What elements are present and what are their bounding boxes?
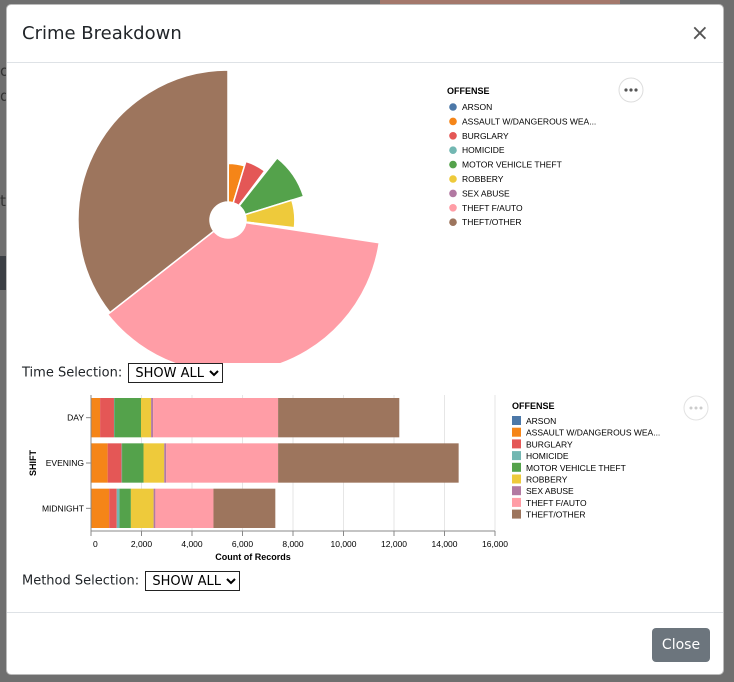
bar-segment-midnight-robbery <box>130 488 154 528</box>
y-tick-label-midnight: MIDNIGHT <box>42 503 84 513</box>
bar-segment-day-robbery <box>140 398 152 438</box>
bar-segment-day-homicide <box>113 398 115 438</box>
legend-label-homicide: HOMICIDE <box>526 451 569 461</box>
bar-segment-evening-theft-other <box>278 443 459 483</box>
legend-swatch-sex-abuse <box>512 486 521 496</box>
legend-label-assault-w-dangerous-wea: ASSAULT W/DANGEROUS WEA... <box>462 116 596 126</box>
bar-segment-day-theft-f-auto <box>153 398 279 438</box>
legend-swatch-motor-vehicle-theft <box>512 462 521 472</box>
bar-segment-day-sex-abuse <box>151 398 154 438</box>
bar-segment-midnight-motor-vehicle-theft <box>119 488 131 528</box>
modal-footer: Close <box>7 612 723 676</box>
x-tick-label: 16,000 <box>482 539 508 549</box>
chart-actions-button[interactable] <box>683 395 709 421</box>
pie-legend: OFFENSE ARSON ASSAULT W/DANGEROUS WEA... BU… <box>447 86 596 227</box>
x-tick-label: 14,000 <box>432 539 458 549</box>
legend-swatch-burglary <box>512 439 521 449</box>
bar-segment-evening-homicide <box>121 443 123 483</box>
legend-swatch-assault-w-dangerous-wea <box>512 427 521 437</box>
x-axis-title: Count of Records <box>215 552 291 562</box>
legend-label-sex-abuse: SEX ABUSE <box>526 486 574 496</box>
bar-segment-midnight-theft-f-auto <box>155 488 214 528</box>
x-tick-label: 4,000 <box>181 539 203 549</box>
legend-label-theft-f-auto: THEFT F/AUTO <box>462 203 523 213</box>
legend-swatch-arson <box>449 103 457 111</box>
bar-segment-evening-sex-abuse <box>164 443 167 483</box>
legend-swatch-motor-vehicle-theft <box>449 160 457 169</box>
offense-radial-chart: OFFENSE ARSON ASSAULT W/DANGEROUS WEA... BU… <box>77 69 644 363</box>
bar-segment-midnight-homicide <box>116 488 120 528</box>
time-selection-select[interactable]: SHOW ALL <box>128 363 224 383</box>
legend-swatch-robbery <box>512 474 521 484</box>
bar-segment-midnight-assault-w-dangerous-wea <box>91 488 110 528</box>
legend-label-arson: ARSON <box>462 102 492 112</box>
crime-breakdown-modal: Crime Breakdown × OFFENSE ARSON ASSAULT W/… <box>6 4 724 675</box>
bar-segment-day-assault-w-dangerous-wea <box>91 398 101 438</box>
time-selection-label: Time Selection: <box>22 365 123 381</box>
bar-legend: OFFENSE ARSON ASSAULT W/DANGEROUS WEA...BU… <box>512 401 660 520</box>
legend-title: OFFENSE <box>447 86 490 96</box>
bar-segment-evening-assault-w-dangerous-wea <box>91 443 108 483</box>
x-tick-label: 10,000 <box>331 539 357 549</box>
legend-swatch-theft-f-auto <box>449 204 457 212</box>
legend-label-theft-f-auto: THEFT F/AUTO <box>526 498 587 508</box>
legend-label-burglary: BURGLARY <box>462 131 509 141</box>
bar-segment-day-burglary <box>100 398 114 438</box>
x-tick-label: 2,000 <box>131 539 153 549</box>
legend-swatch-arson <box>512 416 521 425</box>
bar-segment-midnight-sex-abuse <box>153 488 156 528</box>
legend-label-assault-w-dangerous-wea: ASSAULT W/DANGEROUS WEA... <box>526 428 660 438</box>
method-selection-select[interactable]: SHOW ALL <box>145 571 241 591</box>
bar-segment-evening-burglary <box>107 443 122 483</box>
modal-header: Crime Breakdown × <box>7 5 723 63</box>
legend-label-robbery: ROBBERY <box>526 475 568 485</box>
bar-rects <box>91 398 459 528</box>
legend-swatch-assault-w-dangerous-wea <box>449 117 457 126</box>
bar-segment-evening-motor-vehicle-theft <box>122 443 144 483</box>
background-text: t <box>0 192 6 210</box>
legend-swatch-theft-other <box>512 509 521 519</box>
legend-label-robbery: ROBBERY <box>462 174 504 184</box>
y-tick-label-evening: EVENING <box>46 458 84 468</box>
legend-label-homicide: HOMICIDE <box>462 145 505 155</box>
legend-label-sex-abuse: SEX ABUSE <box>462 188 510 198</box>
method-selection-row: Method Selection: SHOW ALL <box>22 571 241 591</box>
shift-stacked-bar-chart: 0 2,000 4,000 6,000 8,000 10,000 12,000 14,000 1… <box>28 395 709 562</box>
chart-actions-button[interactable] <box>618 77 644 103</box>
legend-swatch-homicide <box>449 146 457 154</box>
y-axis-title: SHIFT <box>28 449 38 476</box>
legend-swatch-homicide <box>512 451 521 461</box>
bar-segment-evening-robbery <box>143 443 165 483</box>
close-icon[interactable]: × <box>691 21 709 46</box>
x-tick-label: 12,000 <box>381 539 407 549</box>
legend-label-theft-other: THEFT/OTHER <box>462 217 522 227</box>
legend-label-burglary: BURGLARY <box>526 439 573 449</box>
bar-segment-midnight-burglary <box>109 488 117 528</box>
legend-swatch-theft-other <box>449 218 457 226</box>
legend-swatch-burglary <box>449 132 457 140</box>
pie-slices <box>77 69 381 363</box>
x-tick-label: 6,000 <box>232 539 254 549</box>
legend-label-motor-vehicle-theft: MOTOR VEHICLE THEFT <box>526 463 626 473</box>
legend-title: OFFENSE <box>512 401 555 411</box>
legend-swatch-sex-abuse <box>449 189 457 198</box>
legend-swatch-robbery <box>449 175 457 183</box>
time-selection-row: Time Selection: SHOW ALL <box>22 363 224 383</box>
bar-segment-day-theft-other <box>278 398 400 438</box>
x-tick-label: 8,000 <box>282 539 304 549</box>
bar-segment-evening-theft-f-auto <box>166 443 279 483</box>
bar-segment-midnight-theft-other <box>213 488 276 528</box>
legend-label-theft-other: THEFT/OTHER <box>526 510 586 520</box>
method-selection-label: Method Selection: <box>22 573 140 589</box>
x-tick-label: 0 <box>93 539 98 549</box>
close-button[interactable]: Close <box>652 628 710 662</box>
legend-swatch-theft-f-auto <box>512 497 521 507</box>
y-tick-label-day: DAY <box>67 413 84 423</box>
bar-segment-day-motor-vehicle-theft <box>114 398 141 438</box>
legend-label-arson: ARSON <box>526 416 556 426</box>
modal-title: Crime Breakdown <box>22 23 182 44</box>
legend-label-motor-vehicle-theft: MOTOR VEHICLE THEFT <box>462 160 562 170</box>
